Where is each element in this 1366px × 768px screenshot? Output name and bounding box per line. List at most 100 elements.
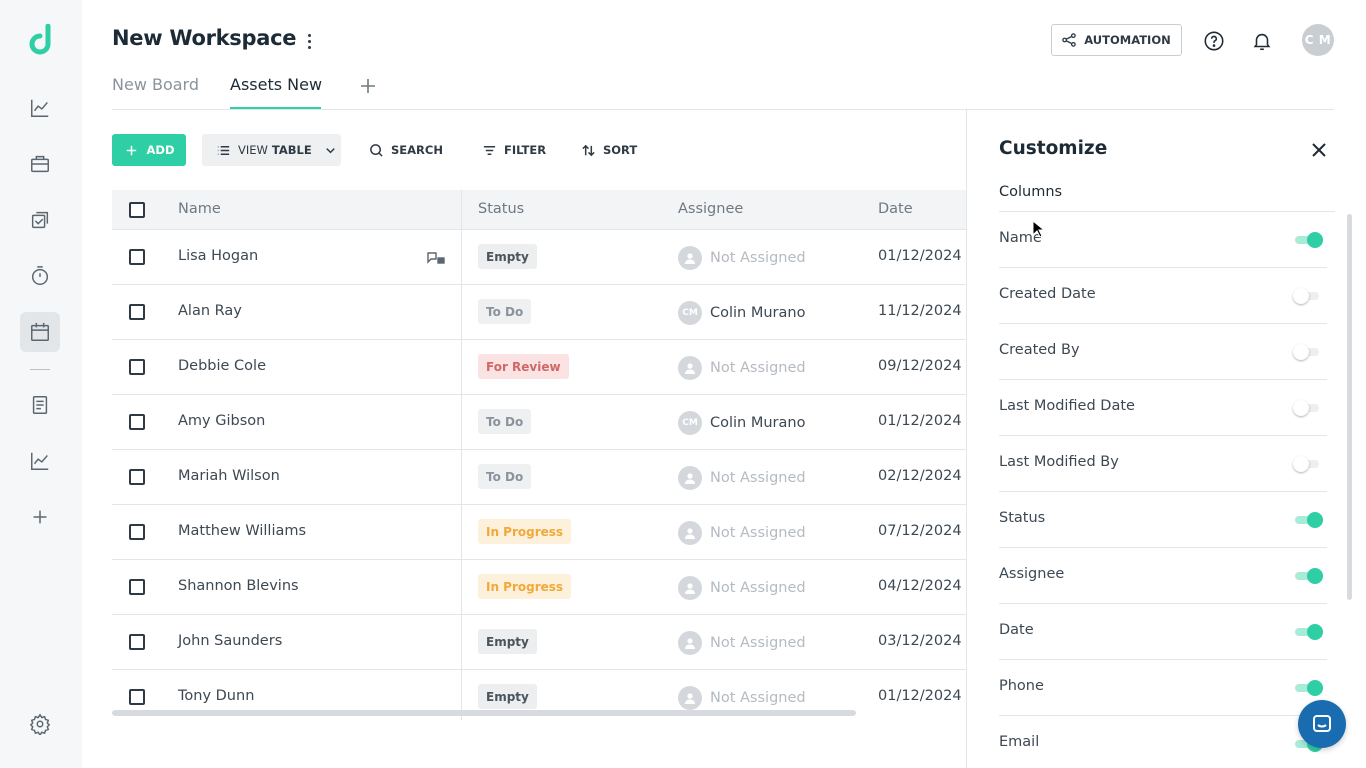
table-row[interactable]: John Saunders Empty Not Assigned 03/12/2024 bbox=[112, 615, 966, 670]
row-name[interactable]: Mariah Wilson bbox=[178, 468, 280, 484]
row-checkbox[interactable] bbox=[129, 249, 145, 265]
row-assignee[interactable]: Not Assigned bbox=[678, 576, 806, 600]
status-badge[interactable]: To Do bbox=[478, 409, 532, 434]
row-date[interactable]: 01/12/2024 bbox=[878, 248, 962, 264]
column-toggle-switch[interactable] bbox=[1293, 511, 1323, 529]
analytics-icon[interactable] bbox=[20, 88, 60, 128]
view-table-dropdown[interactable]: VIEW TABLE bbox=[202, 134, 341, 166]
filter-button[interactable]: FILTER bbox=[482, 134, 546, 166]
column-header-date[interactable]: Date bbox=[878, 201, 913, 217]
close-icon[interactable] bbox=[1309, 140, 1329, 160]
settings-icon[interactable] bbox=[20, 704, 60, 744]
bell-icon[interactable] bbox=[1249, 28, 1275, 54]
row-name[interactable]: Amy Gibson bbox=[178, 413, 265, 429]
add-tab-icon[interactable] bbox=[358, 76, 378, 96]
row-date[interactable]: 03/12/2024 bbox=[878, 633, 962, 649]
row-checkbox[interactable] bbox=[129, 634, 145, 650]
row-assignee[interactable]: Not Assigned bbox=[678, 466, 806, 490]
column-header-name[interactable]: Name bbox=[178, 201, 221, 217]
column-toggle-switch[interactable] bbox=[1293, 567, 1323, 585]
column-toggle-list: Name Created Date Created By Last Modified … bbox=[999, 212, 1329, 752]
help-icon[interactable] bbox=[1201, 28, 1227, 54]
calendar-icon[interactable] bbox=[20, 312, 60, 352]
table-row[interactable]: Amy Gibson To Do CM Colin Murano 01/12/2024 bbox=[112, 395, 966, 450]
assignee-name: Not Assigned bbox=[710, 250, 806, 266]
comment-icon[interactable] bbox=[426, 250, 446, 266]
column-header-assignee[interactable]: Assignee bbox=[678, 201, 743, 217]
table-row[interactable]: Debbie Cole For Review Not Assigned 09/12/2… bbox=[112, 340, 966, 395]
column-toggle-switch[interactable] bbox=[1293, 455, 1323, 473]
status-badge[interactable]: To Do bbox=[478, 464, 532, 489]
row-assignee[interactable]: CM Colin Murano bbox=[678, 301, 805, 325]
add-button[interactable]: ADD bbox=[112, 134, 186, 166]
row-name[interactable]: Debbie Cole bbox=[178, 358, 266, 374]
status-badge[interactable]: Empty bbox=[478, 629, 537, 654]
row-checkbox[interactable] bbox=[129, 359, 145, 375]
plus-icon[interactable] bbox=[20, 497, 60, 537]
row-checkbox[interactable] bbox=[129, 524, 145, 540]
row-assignee[interactable]: Not Assigned bbox=[678, 246, 806, 270]
sort-button[interactable]: SORT bbox=[581, 134, 637, 166]
row-name[interactable]: Shannon Blevins bbox=[178, 578, 299, 594]
table-row[interactable]: Shannon Blevins In Progress Not Assigned 04… bbox=[112, 560, 966, 615]
status-badge[interactable]: For Review bbox=[478, 354, 569, 379]
table-row[interactable]: Lisa Hogan Empty Not Assigned 01/12/2024 bbox=[112, 230, 966, 285]
status-badge[interactable]: Empty bbox=[478, 244, 537, 269]
status-badge[interactable]: In Progress bbox=[478, 519, 572, 544]
user-avatar[interactable]: C M bbox=[1302, 24, 1334, 56]
tab-new-board[interactable]: New Board bbox=[112, 75, 199, 94]
tasks-icon[interactable] bbox=[20, 200, 60, 240]
document-icon[interactable] bbox=[20, 385, 60, 425]
search-button[interactable]: SEARCH bbox=[369, 134, 443, 166]
row-date[interactable]: 11/12/2024 bbox=[878, 303, 962, 319]
timer-icon[interactable] bbox=[20, 256, 60, 296]
row-checkbox[interactable] bbox=[129, 579, 145, 595]
row-date[interactable]: 02/12/2024 bbox=[878, 468, 962, 484]
row-name[interactable]: Tony Dunn bbox=[178, 688, 254, 704]
column-toggle-label: Created By bbox=[999, 342, 1080, 358]
row-assignee[interactable]: Not Assigned bbox=[678, 686, 806, 710]
column-toggle-switch[interactable] bbox=[1293, 231, 1323, 249]
row-assignee[interactable]: Not Assigned bbox=[678, 631, 806, 655]
row-date[interactable]: 01/12/2024 bbox=[878, 688, 962, 704]
row-date[interactable]: 04/12/2024 bbox=[878, 578, 962, 594]
row-name[interactable]: Matthew Williams bbox=[178, 523, 306, 539]
panel-scrollbar[interactable] bbox=[1347, 214, 1352, 600]
table-row[interactable]: Alan Ray To Do CM Colin Murano 11/12/2024 bbox=[112, 285, 966, 340]
select-all-checkbox[interactable] bbox=[129, 202, 145, 218]
chart-icon[interactable] bbox=[20, 441, 60, 481]
row-assignee[interactable]: CM Colin Murano bbox=[678, 411, 805, 435]
row-checkbox[interactable] bbox=[129, 689, 145, 705]
automation-button[interactable]: AUTOMATION bbox=[1051, 24, 1182, 56]
logo-icon[interactable] bbox=[26, 24, 56, 56]
more-vertical-icon[interactable] bbox=[301, 30, 317, 52]
column-toggle-switch[interactable] bbox=[1293, 287, 1323, 305]
row-checkbox[interactable] bbox=[129, 304, 145, 320]
table-row[interactable]: Matthew Williams In Progress Not Assigned 0… bbox=[112, 505, 966, 560]
row-checkbox[interactable] bbox=[129, 414, 145, 430]
horizontal-scrollbar[interactable] bbox=[112, 710, 856, 716]
column-toggle-switch[interactable] bbox=[1293, 623, 1323, 641]
row-name[interactable]: Lisa Hogan bbox=[178, 248, 258, 264]
briefcase-icon[interactable] bbox=[20, 144, 60, 184]
row-date[interactable]: 01/12/2024 bbox=[878, 413, 962, 429]
row-date[interactable]: 09/12/2024 bbox=[878, 358, 962, 374]
table-row[interactable]: Mariah Wilson To Do Not Assigned 02/12/2024 bbox=[112, 450, 966, 505]
assignee-name: Not Assigned bbox=[710, 690, 806, 706]
status-badge[interactable]: Empty bbox=[478, 684, 537, 709]
row-name[interactable]: John Saunders bbox=[178, 633, 282, 649]
row-assignee[interactable]: Not Assigned bbox=[678, 356, 806, 380]
column-toggle-switch[interactable] bbox=[1293, 343, 1323, 361]
row-date[interactable]: 07/12/2024 bbox=[878, 523, 962, 539]
row-checkbox[interactable] bbox=[129, 469, 145, 485]
data-table: Name Status Assignee Date Lisa Hogan Empt… bbox=[112, 190, 966, 720]
column-toggle-switch[interactable] bbox=[1293, 679, 1323, 697]
column-header-status[interactable]: Status bbox=[478, 201, 524, 217]
chat-button[interactable] bbox=[1298, 700, 1346, 748]
tab-assets-new[interactable]: Assets New bbox=[230, 75, 322, 94]
status-badge[interactable]: In Progress bbox=[478, 574, 572, 599]
row-name[interactable]: Alan Ray bbox=[178, 303, 242, 319]
row-assignee[interactable]: Not Assigned bbox=[678, 521, 806, 545]
status-badge[interactable]: To Do bbox=[478, 299, 532, 324]
column-toggle-switch[interactable] bbox=[1293, 399, 1323, 417]
